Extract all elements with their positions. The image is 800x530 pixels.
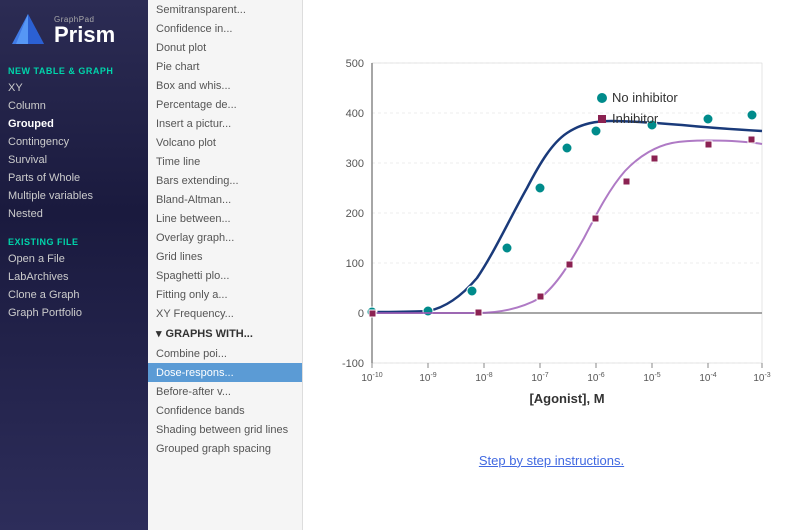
graph-container: 500 400 300 200 100 0 -100 10-10 10- [312,43,792,443]
svg-text:10-6: 10-6 [587,372,604,384]
chevron-down-icon: ▾ [156,327,162,340]
svg-text:10-9: 10-9 [419,372,436,384]
svg-text:400: 400 [345,108,363,120]
menu-item-before-after[interactable]: Before-after v... [148,382,302,401]
menu-item-timeline[interactable]: Time line [148,152,302,171]
menu-item-xy-frequency[interactable]: XY Frequency... [148,304,302,323]
menu-item-grid-lines[interactable]: Grid lines [148,247,302,266]
sidebar-item-grouped[interactable]: Grouped [0,115,148,133]
svg-text:[Agonist], M: [Agonist], M [529,391,604,406]
new-table-header: NEW TABLE & GRAPH [0,60,148,79]
svg-text:10-10: 10-10 [361,372,382,384]
sidebar-item-open-file[interactable]: Open a File [0,250,148,268]
existing-file-header: EXISTING FILE [0,231,148,250]
svg-text:10-4: 10-4 [699,372,716,384]
menu-section-graphs-with: ▾ GRAPHS WITH... [148,323,302,344]
svg-text:10-7: 10-7 [531,372,548,384]
logo-area: GraphPad Prism [0,0,148,60]
menu-item-shading-between[interactable]: Shading between grid lines [148,420,302,439]
sidebar-item-multiple-variables[interactable]: Multiple variables [0,187,148,205]
menu-item-bland-altman[interactable]: Bland-Altman... [148,190,302,209]
menu-item-box-whisker[interactable]: Box and whis... [148,76,302,95]
menu-item-pie-chart[interactable]: Pie chart [148,57,302,76]
logo-prism-label: Prism [54,24,115,46]
menu-item-donut-plot[interactable]: Donut plot [148,38,302,57]
svg-text:100: 100 [345,258,363,270]
sidebar-item-column[interactable]: Column [0,97,148,115]
svg-text:10-5: 10-5 [643,372,660,384]
menu-item-percentage[interactable]: Percentage de... [148,95,302,114]
sidebar-item-xy[interactable]: XY [0,79,148,97]
prism-logo-icon [10,12,46,48]
sidebar-item-parts-of-whole[interactable]: Parts of Whole [0,169,148,187]
svg-text:10-8: 10-8 [475,372,492,384]
logo-text: GraphPad Prism [54,15,115,46]
menu-item-combine-points[interactable]: Combine poi... [148,344,302,363]
svg-text:-100: -100 [341,358,363,370]
menu-item-grouped-spacing[interactable]: Grouped graph spacing [148,439,302,458]
sidebar-item-clone-graph[interactable]: Clone a Graph [0,286,148,304]
menu-item-volcano[interactable]: Volcano plot [148,133,302,152]
step-by-step-link[interactable]: Step by step instructions. [479,453,624,468]
menu-item-insert-picture[interactable]: Insert a pictur... [148,114,302,133]
main-content: 500 400 300 200 100 0 -100 10-10 10- [303,0,800,530]
menu-item-overlay-graph[interactable]: Overlay graph... [148,228,302,247]
dose-response-graph: 500 400 300 200 100 0 -100 10-10 10- [312,43,792,423]
menu-item-semitransparent[interactable]: Semitransparent... [148,0,302,19]
sidebar-item-survival[interactable]: Survival [0,151,148,169]
svg-text:200: 200 [345,208,363,220]
menu-item-dose-response[interactable]: Dose-respons... [148,363,302,382]
svg-text:Inhibitor: Inhibitor [612,111,659,126]
menu-item-spaghetti[interactable]: Spaghetti plo... [148,266,302,285]
sidebar-item-graph-portfolio[interactable]: Graph Portfolio [0,304,148,322]
svg-text:No inhibitor: No inhibitor [612,90,678,105]
menu-item-confidence-bands[interactable]: Confidence bands [148,401,302,420]
menu-panel: Semitransparent... Confidence in... Donu… [148,0,303,530]
sidebar: GraphPad Prism NEW TABLE & GRAPH XY Colu… [0,0,148,530]
svg-text:0: 0 [357,308,363,320]
svg-text:300: 300 [345,158,363,170]
svg-text:10-3: 10-3 [753,372,770,384]
sidebar-item-nested[interactable]: Nested [0,205,148,223]
sidebar-item-contingency[interactable]: Contingency [0,133,148,151]
menu-item-fitting-only[interactable]: Fitting only a... [148,285,302,304]
menu-item-line-between[interactable]: Line between... [148,209,302,228]
sidebar-item-labarchives[interactable]: LabArchives [0,268,148,286]
menu-item-bars-extending[interactable]: Bars extending... [148,171,302,190]
menu-item-confidence-in[interactable]: Confidence in... [148,19,302,38]
svg-text:500: 500 [345,58,363,70]
